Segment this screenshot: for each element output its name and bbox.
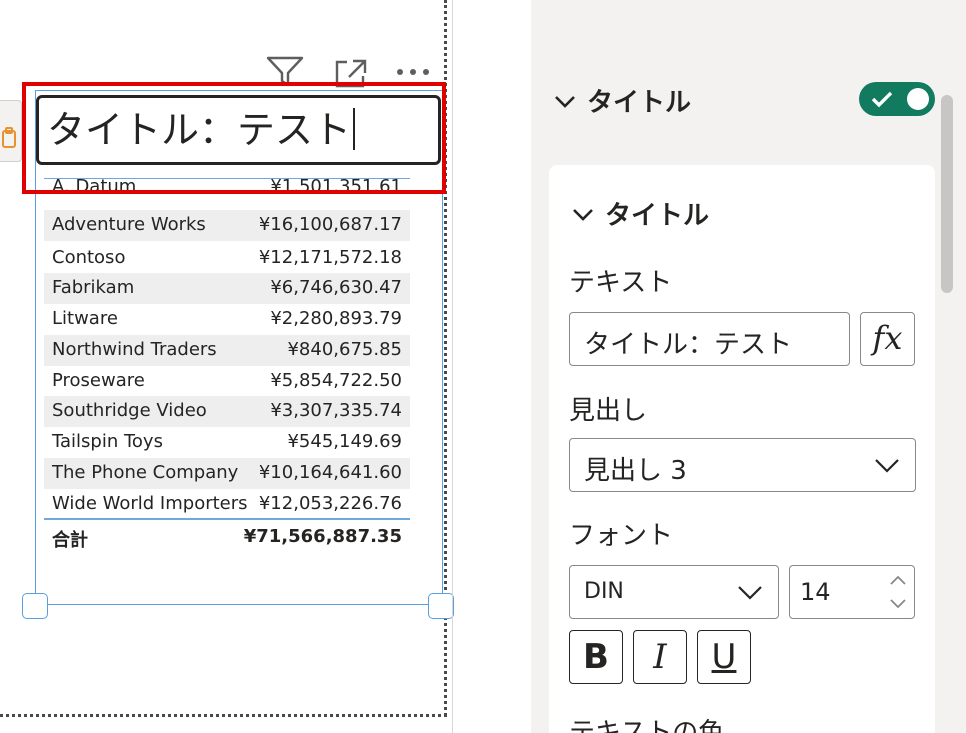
table-total-row: 合計 ¥71,566,887.35: [44, 522, 410, 552]
page-boundary-horizontal: [0, 714, 447, 717]
text-color-label: テキストの色: [569, 718, 725, 733]
row-name: Contoso: [52, 247, 126, 268]
table-row: The Phone Company ¥10,164,641.60: [44, 458, 410, 489]
font-label: フォント: [569, 521, 674, 551]
pane-scrollbar-thumb[interactable]: [941, 95, 953, 293]
more-options-icon[interactable]: [394, 66, 432, 78]
row-value: ¥3,307,335.74: [270, 400, 402, 421]
total-label: 合計: [52, 530, 88, 551]
format-pane: タイトル タイトル テキスト タイトル：テスト fx 見出し 見出し 3 フォン…: [531, 0, 966, 733]
row-name: Fabrikam: [52, 277, 135, 298]
highlight-annotation: [22, 82, 446, 194]
clipboard-icon: [2, 127, 16, 148]
chevron-down-icon: [555, 96, 575, 108]
table-row: Tailspin Toys ¥545,149.69: [44, 427, 410, 458]
chevron-down-icon[interactable]: [571, 207, 595, 223]
table-row: Proseware ¥5,854,722.50: [44, 366, 410, 397]
row-name: Tailspin Toys: [52, 431, 163, 452]
font-family-dropdown[interactable]: DIN: [569, 565, 779, 619]
row-name: Southridge Video: [52, 400, 207, 421]
row-name: The Phone Company: [52, 462, 239, 483]
row-name: Proseware: [52, 370, 145, 391]
row-value: ¥2,280,893.79: [270, 308, 402, 329]
table-row: Wide World Importers ¥12,053,226.76: [44, 489, 410, 520]
row-value: ¥12,171,572.18: [258, 247, 402, 268]
text-label: テキスト: [569, 268, 673, 298]
row-name: Litware: [52, 308, 118, 329]
row-name: Wide World Importers: [52, 493, 248, 514]
heading-label: 見出し: [569, 396, 648, 426]
table-row: Contoso ¥12,171,572.18: [44, 243, 410, 274]
table-row: Northwind Traders ¥840,675.85: [44, 335, 410, 366]
chevron-down-icon: [738, 586, 762, 600]
underline-button[interactable]: U: [697, 630, 751, 684]
resize-handle-bottom-left[interactable]: [22, 593, 48, 619]
row-name: Northwind Traders: [52, 339, 217, 360]
italic-button[interactable]: I: [633, 630, 687, 684]
section-title: タイトル: [587, 88, 692, 118]
total-value: ¥71,566,887.35: [243, 526, 402, 547]
visual-side-chip[interactable]: [0, 100, 22, 162]
title-toggle[interactable]: [859, 82, 935, 116]
row-value: ¥10,164,641.60: [258, 462, 402, 483]
table-row: Litware ¥2,280,893.79: [44, 304, 410, 335]
title-text-input[interactable]: タイトル：テスト: [569, 312, 850, 366]
row-value: ¥5,854,722.50: [270, 370, 402, 391]
checkmark-icon: [871, 91, 893, 108]
fx-button[interactable]: fx: [860, 312, 915, 366]
total-divider: [44, 518, 410, 520]
bold-button[interactable]: B: [569, 630, 623, 684]
row-value: ¥16,100,687.17: [258, 214, 402, 235]
table-row: Fabrikam ¥6,746,630.47: [44, 273, 410, 304]
chevron-down-icon[interactable]: [888, 598, 908, 610]
toggle-knob: [907, 88, 929, 110]
resize-handle-bottom-right[interactable]: [428, 593, 454, 619]
heading-dropdown[interactable]: 見出し 3: [569, 438, 916, 492]
font-family-value: DIN: [584, 579, 624, 604]
table-row: Adventure Works ¥16,100,687.17: [44, 210, 410, 241]
chevron-up-icon[interactable]: [888, 574, 908, 586]
subsection-title[interactable]: タイトル: [605, 195, 709, 232]
title-text-value: タイトル：テスト: [584, 330, 793, 360]
row-value: ¥840,675.85: [287, 339, 402, 360]
row-value: ¥12,053,226.76: [258, 493, 402, 514]
font-size-value: 14: [800, 578, 831, 606]
chevron-down-icon: [875, 459, 899, 473]
canvas-pane-divider: [452, 0, 453, 733]
font-size-stepper[interactable]: 14: [789, 565, 915, 619]
row-name: Adventure Works: [52, 214, 206, 235]
row-value: ¥6,746,630.47: [270, 277, 402, 298]
report-canvas: A. Datum ¥1,501,351.61 Adventure Works ¥…: [0, 0, 530, 733]
row-value: ¥545,149.69: [287, 431, 402, 452]
heading-value: 見出し 3: [584, 456, 687, 486]
table-row: Southridge Video ¥3,307,335.74: [44, 396, 410, 427]
